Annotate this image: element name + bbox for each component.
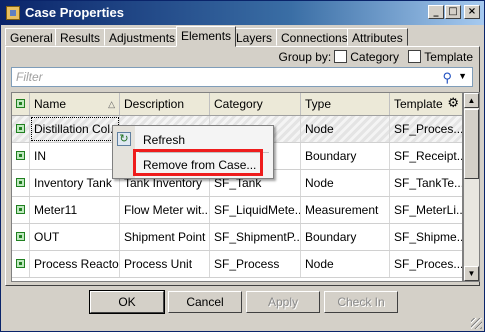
cell-name[interactable]: OUT xyxy=(30,224,120,250)
group-by-template-checkbox[interactable] xyxy=(408,50,422,63)
cell-name[interactable]: Distillation Col... xyxy=(30,116,120,142)
cell-name[interactable]: Inventory Tank xyxy=(30,170,120,196)
element-icon xyxy=(16,99,25,108)
element-icon xyxy=(16,205,25,214)
cancel-button[interactable]: Cancel xyxy=(168,291,242,313)
case-properties-window: Case Properties _ □ × General Results Ad… xyxy=(0,0,485,332)
cell-description[interactable]: Shipment Point xyxy=(120,224,210,250)
cell-name[interactable]: Meter11 xyxy=(30,197,120,223)
title-bar[interactable]: Case Properties _ □ × xyxy=(1,1,484,25)
filter-dropdown-icon[interactable]: ▼ xyxy=(458,71,467,81)
search-icon[interactable]: ⚲ xyxy=(442,70,452,86)
table-row[interactable]: Process Reactor Process Unit SF_Process … xyxy=(12,251,462,278)
scroll-down-icon[interactable]: ▼ xyxy=(464,266,479,281)
cell-type[interactable]: Node xyxy=(301,170,390,196)
element-icon xyxy=(16,178,25,187)
annotation-highlight-box xyxy=(133,149,263,176)
table-row[interactable]: Meter11 Flow Meter wit... SF_LiquidMete.… xyxy=(12,197,462,224)
element-icon xyxy=(16,124,25,133)
close-button[interactable]: × xyxy=(464,5,480,19)
header-name-label: Name xyxy=(34,97,67,111)
element-icon xyxy=(16,232,25,241)
sort-ascending-icon: △ xyxy=(108,99,115,109)
cell-type[interactable]: Measurement xyxy=(301,197,390,223)
cell-template[interactable]: SF_MeterLi... xyxy=(390,197,462,223)
cell-template[interactable]: SF_Shipme... xyxy=(390,224,462,250)
header-description[interactable]: Description xyxy=(120,93,210,115)
group-by-label: Group by: xyxy=(278,50,332,64)
header-category[interactable]: Category xyxy=(210,93,301,115)
ok-button[interactable]: OK xyxy=(89,290,165,314)
scroll-up-icon[interactable]: ▲ xyxy=(464,93,479,108)
apply-button[interactable]: Apply xyxy=(246,291,320,313)
row-icon-cell xyxy=(12,116,30,142)
header-type[interactable]: Type xyxy=(301,93,390,115)
cell-template[interactable]: SF_Proces... xyxy=(390,116,462,142)
cell-name[interactable]: IN xyxy=(30,143,120,169)
cell-template[interactable]: SF_Proces... xyxy=(390,251,462,277)
tab-results[interactable]: Results xyxy=(55,28,106,46)
filter-placeholder: Filter xyxy=(16,70,43,84)
elements-table: Name △ Description Category Type Template… xyxy=(11,92,463,282)
window-icon xyxy=(6,6,20,20)
group-by-category-label: Category xyxy=(350,50,399,64)
cell-type[interactable]: Boundary xyxy=(301,143,390,169)
maximize-button[interactable]: □ xyxy=(445,5,461,19)
header-template-label: Template xyxy=(394,97,443,111)
cell-type[interactable]: Node xyxy=(301,116,390,142)
element-icon xyxy=(16,151,25,160)
cell-description[interactable]: Process Unit xyxy=(120,251,210,277)
header-template[interactable]: Template ⚙ xyxy=(390,93,462,115)
header-icon-column xyxy=(12,93,30,115)
row-icon-cell xyxy=(12,224,30,250)
column-settings-icon[interactable]: ⚙ xyxy=(447,93,459,115)
cell-category[interactable]: SF_LiquidMete... xyxy=(210,197,301,223)
group-by-bar: Group by: Category Template xyxy=(279,50,473,64)
cell-category[interactable]: SF_Process xyxy=(210,251,301,277)
check-in-button[interactable]: Check In xyxy=(324,291,398,313)
refresh-icon: ↻ xyxy=(117,132,131,146)
group-by-category-checkbox[interactable] xyxy=(334,50,348,63)
minimize-button[interactable]: _ xyxy=(428,5,444,19)
table-header: Name △ Description Category Type Template… xyxy=(12,93,462,116)
tab-adjustments[interactable]: Adjustments xyxy=(104,28,181,46)
cell-type[interactable]: Boundary xyxy=(301,224,390,250)
header-name[interactable]: Name △ xyxy=(30,93,120,115)
cell-category[interactable]: SF_ShipmentP... xyxy=(210,224,301,250)
window-title: Case Properties xyxy=(25,5,124,20)
vertical-scrollbar[interactable]: ▲ ▼ xyxy=(463,92,480,282)
scroll-thumb[interactable] xyxy=(464,109,479,179)
refresh-label: Refresh xyxy=(143,133,186,147)
cell-description[interactable]: Flow Meter wit... xyxy=(120,197,210,223)
tab-attributes[interactable]: Attributes xyxy=(347,28,408,46)
cell-type[interactable]: Node xyxy=(301,251,390,277)
tab-general[interactable]: General xyxy=(5,28,58,46)
resize-grip-icon[interactable] xyxy=(471,318,482,329)
tab-layers[interactable]: Layers xyxy=(231,28,278,46)
row-icon-cell xyxy=(12,197,30,223)
tab-elements[interactable]: Elements xyxy=(176,26,237,47)
element-icon xyxy=(16,259,25,268)
row-icon-cell xyxy=(12,170,30,196)
cell-template[interactable]: SF_Receipt... xyxy=(390,143,462,169)
tab-connections[interactable]: Connections xyxy=(276,28,353,46)
row-icon-cell xyxy=(12,143,30,169)
cell-name[interactable]: Process Reactor xyxy=(30,251,120,277)
filter-input[interactable]: Filter ⚲ ▼ xyxy=(11,67,473,87)
table-row[interactable]: OUT Shipment Point SF_ShipmentP... Bound… xyxy=(12,224,462,251)
group-by-template-label: Template xyxy=(424,50,473,64)
cell-template[interactable]: SF_TankTe... xyxy=(390,170,462,196)
row-icon-cell xyxy=(12,251,30,277)
